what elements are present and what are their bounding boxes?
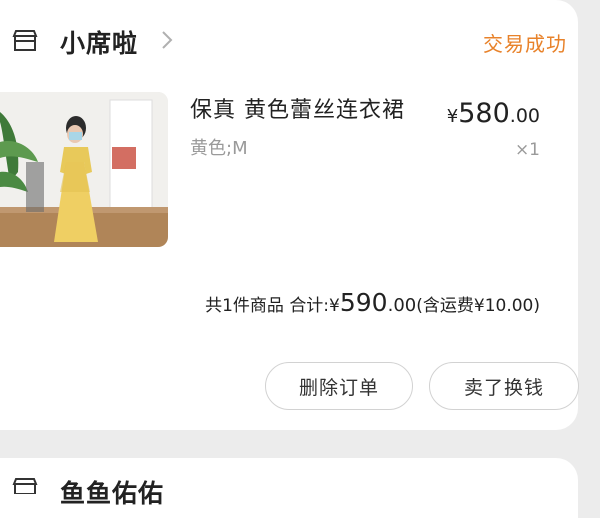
total-label: 合计: (289, 296, 330, 316)
chevron-right-icon[interactable] (161, 30, 173, 50)
product-title[interactable]: 保真 黄色蕾丝连衣裙 (190, 92, 405, 124)
resell-button[interactable]: 卖了换钱 (429, 362, 579, 410)
order-status: 交易成功 (483, 32, 567, 56)
shipping-note: (含运费 (416, 296, 474, 316)
price-currency: ¥ (446, 106, 459, 127)
product-sku: 黄色;M (190, 138, 248, 159)
delete-order-button[interactable]: 删除订单 (265, 362, 413, 410)
shop-name[interactable]: 小席啦 (60, 24, 138, 60)
shop-icon (12, 30, 38, 51)
product-price: ¥580.00 (447, 98, 540, 129)
order-summary: 共1件商品 合计:¥590.00(含运费¥10.00) (205, 288, 540, 317)
product-thumbnail[interactable] (0, 92, 168, 247)
item-count: 共1件商品 (205, 296, 284, 316)
product-quantity: ×1 (514, 140, 540, 160)
price-integer: 580 (458, 98, 510, 129)
total-integer: 590 (339, 288, 388, 317)
shipping-close: ) (533, 296, 540, 316)
next-shop-name[interactable]: 鱼鱼佑佑 (60, 474, 164, 510)
shipping-fee: ¥10.00 (473, 296, 534, 316)
total-currency: ¥ (329, 296, 340, 316)
total-decimal: .00 (387, 295, 417, 316)
product-photo (0, 92, 168, 247)
price-decimal: .00 (509, 105, 540, 127)
shop-icon (12, 478, 38, 494)
